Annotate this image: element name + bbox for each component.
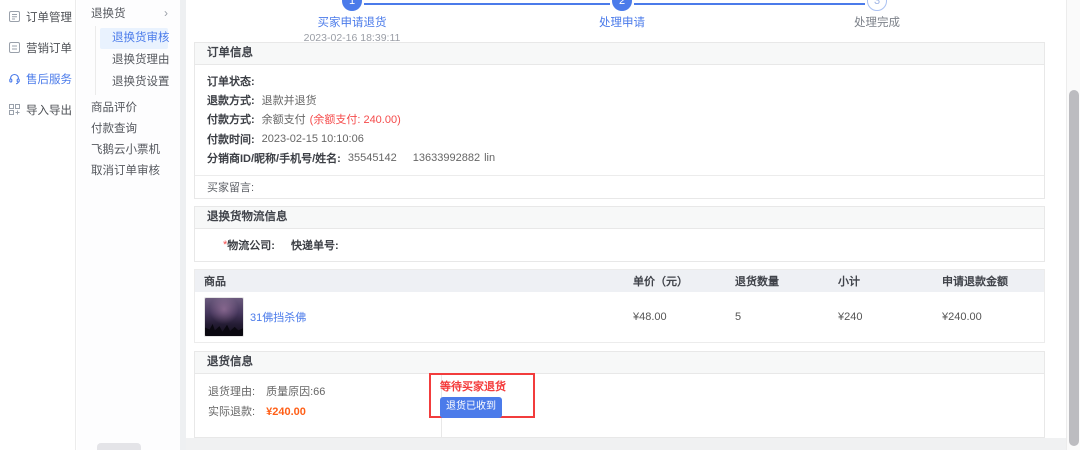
main-content: 1 买家申请退货 2023-02-16 18:39:11 2 处理申请 3 处理… [186,0,1053,438]
step-label: 处理申请 [537,14,707,30]
chevron-right-icon: › [164,7,168,19]
after-sales-icon [8,72,21,85]
distributor-label: 分销商ID/昵称/手机号/姓名: [207,150,341,166]
sidebar-item-label: 售后服务 [26,71,72,87]
distributor-name: lin [484,152,495,164]
col-header-refund-amount: 申请退款金额 [942,273,1044,289]
goods-received-button[interactable]: 退货已收到 [440,397,502,418]
sidebar-item-after-sales[interactable]: 售后服务 [0,63,75,94]
pay-method-value: 余额支付 [262,111,306,127]
distributor-phone: 13633992882 [413,152,480,164]
return-info-section: 退货信息 退货理由: 质量原因:66 实际退款: ¥240.00 等待买家退货 … [194,351,1045,438]
logistics-body: * 物流公司: 快递单号: [195,229,1044,261]
order-management-icon [8,10,21,23]
step-number-badge: 1 [342,0,362,11]
order-info-section: 订单信息 订单状态: 退款方式: 退款并退货 付款方式: 余额支付 (余额支付:… [194,42,1045,199]
return-reason-label: 退货理由: [208,386,255,398]
pay-time-label: 付款时间: [207,131,255,147]
pay-time-row: 付款时间: 2023-02-15 10:10:06 [207,129,1032,148]
return-qty-value: 5 [735,311,838,323]
tracking-number-label: 快递单号: [291,237,339,253]
pay-method-label: 付款方式: [207,111,255,127]
distributor-row: 分销商ID/昵称/手机号/姓名: 35545142 13633992882 li… [207,149,1032,168]
submenu-item-return-reason[interactable]: 退换货理由 [100,50,168,71]
return-info-body: 退货理由: 质量原因:66 实际退款: ¥240.00 [195,374,1044,437]
product-thumbnail[interactable] [204,297,244,337]
step-processing: 2 处理申请 [537,0,707,30]
order-status-row: 订单状态: [207,71,1032,90]
page-background [186,438,1066,450]
unit-price-value: ¥48.00 [633,311,735,323]
submenu-item-return-review[interactable]: 退换货审核 [100,28,168,49]
step-label: 买家申请退货 [267,14,437,30]
pay-method-row: 付款方式: 余额支付 (余额支付: 240.00) [207,110,1032,129]
refund-method-label: 退款方式: [207,92,255,108]
submenu-item-return-settings[interactable]: 退换货设置 [100,72,168,93]
product-table-header: 商品 单价（元） 退货数量 小计 申请退款金额 [195,270,1044,292]
sidebar-item-label: 营销订单 [26,40,72,56]
step-date: 2023-02-16 18:39:11 [267,32,437,42]
admin-return-review-page: { "colors": { "accent": "#4b7bea", "dang… [0,0,1080,450]
refund-method-value: 退款并退货 [262,92,317,108]
step-complete: 3 处理完成 [792,0,962,30]
vertical-scrollbar[interactable] [1066,0,1080,450]
col-header-unit-price: 单价（元） [633,273,735,289]
refund-amount-value: ¥240.00 [942,311,1044,323]
order-info-body: 订单状态: 退款方式: 退款并退货 付款方式: 余额支付 (余额支付: 240.… [195,65,1044,175]
menu-item-product-reviews[interactable]: 商品评价 [77,98,180,118]
logistics-company-label: 物流公司: [227,237,275,253]
return-status-text: 等待买家退货 [440,378,533,394]
buyer-message-label: 买家留言: [207,179,254,195]
col-header-product: 商品 [195,273,633,289]
return-reason-row: 退货理由: 质量原因:66 [208,382,441,402]
step-number-badge: 3 [867,0,887,11]
scrollbar-thumb[interactable] [1069,90,1079,446]
sidebar-item-order-management[interactable]: 订单管理 [0,1,75,32]
menu-item-payment-query[interactable]: 付款查询 [77,119,180,139]
annotation-highlight-box: 等待买家退货 退货已收到 [429,373,535,418]
sidebar-collapse-handle[interactable] [97,443,141,450]
sidebar-item-import-export[interactable]: 导入导出 [0,94,75,125]
menu-item-cancel-order-review[interactable]: 取消订单审核 [77,161,180,181]
order-status-label: 订单状态: [207,73,255,89]
subtotal-value: ¥240 [838,311,942,323]
step-label: 处理完成 [792,14,962,30]
product-table: 商品 单价（元） 退货数量 小计 申请退款金额 31佛挡杀佛 ¥48.00 5 … [194,269,1045,343]
return-info-left: 退货理由: 质量原因:66 实际退款: ¥240.00 [195,374,441,437]
col-header-return-qty: 退货数量 [735,273,838,289]
secondary-sidebar: 退换货 › 退换货审核 退换货理由 退换货设置 商品评价 付款查询 飞鹅云小票机… [77,0,180,450]
table-row: 31佛挡杀佛 ¥48.00 5 ¥240 ¥240.00 [195,292,1044,342]
sidebar-item-label: 导入导出 [26,102,72,118]
return-reason-value: 质量原因:66 [266,386,325,398]
returns-submenu: 退换货审核 退换货理由 退换货设置 [95,26,180,95]
order-info-title: 订单信息 [195,43,1044,65]
sidebar-item-label: 订单管理 [26,9,72,25]
product-cell: 31佛挡杀佛 [195,297,633,337]
menu-group-returns[interactable]: 退换货 › [77,0,180,24]
buyer-message-row: 买家留言: [195,175,1044,198]
import-export-icon [8,103,21,116]
step-buyer-applied: 1 买家申请退货 2023-02-16 18:39:11 [267,0,437,42]
menu-group-label: 退换货 [91,5,126,21]
actual-refund-row: 实际退款: ¥240.00 [208,402,441,422]
step-number-badge: 2 [612,0,632,11]
col-header-subtotal: 小计 [838,273,942,289]
marketing-order-icon [8,41,21,54]
product-name-link[interactable]: 31佛挡杀佛 [250,309,306,325]
logistics-section: 退换货物流信息 * 物流公司: 快递单号: [194,206,1045,262]
actual-refund-label: 实际退款: [208,406,255,418]
return-info-title: 退货信息 [195,352,1044,374]
pay-method-extra: (余额支付: 240.00) [310,111,401,127]
distributor-id: 35545142 [348,152,397,164]
pay-time-value: 2023-02-15 10:10:06 [262,133,364,145]
progress-stepper: 1 买家申请退货 2023-02-16 18:39:11 2 处理申请 3 处理… [194,0,1045,42]
primary-sidebar: 订单管理 营销订单 售后服务 导入导出 [0,0,76,450]
actual-refund-value: ¥240.00 [266,406,306,418]
logistics-title: 退换货物流信息 [195,207,1044,229]
menu-item-receipt-printer[interactable]: 飞鹅云小票机 [77,140,180,160]
refund-method-row: 退款方式: 退款并退货 [207,90,1032,109]
sidebar-item-marketing-order[interactable]: 营销订单 [0,32,75,63]
